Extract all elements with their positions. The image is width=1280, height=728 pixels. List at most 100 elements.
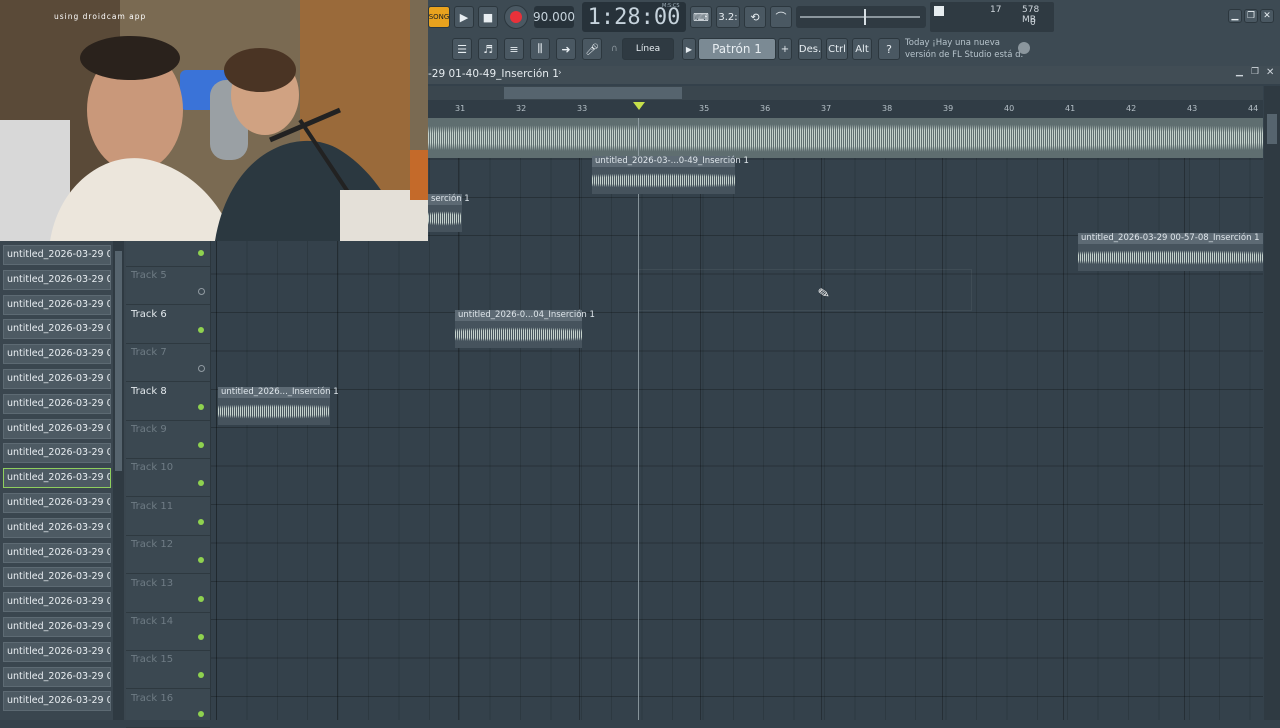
- browser-file-item[interactable]: untitled_2026-03-29 01-...: [3, 493, 111, 513]
- minimize-window-icon[interactable]: ▁: [1228, 9, 1242, 23]
- browser-file-item[interactable]: untitled_2026-03-29 00-...: [3, 294, 111, 315]
- track-mute-led-icon[interactable]: [198, 672, 204, 679]
- browser-file-item[interactable]: untitled_2026-03-29 01-...: [3, 393, 111, 414]
- microphone-icon[interactable]: 🎤︎: [582, 38, 602, 60]
- ruler-bar-number: 31: [455, 104, 466, 113]
- channel-rack-icon[interactable]: ≡: [504, 38, 524, 60]
- piano-roll-icon[interactable]: ♬: [478, 38, 498, 60]
- ruler-bar-number: 44: [1248, 104, 1259, 113]
- browser-file-item[interactable]: untitled_2026-03-29 01-...: [3, 592, 111, 613]
- track-header[interactable]: Track 16: [126, 690, 210, 728]
- ruler-bar-number: 38: [882, 104, 893, 113]
- playlist-overview-scrollbar[interactable]: [428, 86, 1263, 100]
- track-header[interactable]: Track 6: [126, 306, 210, 344]
- pattern-prev-icon[interactable]: ▶: [682, 38, 696, 60]
- browser-file-item[interactable]: untitled_2026-03-29 01-...: [3, 691, 111, 712]
- browser-file-item[interactable]: untitled_2026-03-29 01-...: [3, 641, 111, 662]
- tempo-display[interactable]: 90.000: [533, 6, 575, 28]
- track-mute-led-icon[interactable]: [198, 710, 204, 717]
- browser-file-item[interactable]: untitled_2026-03-29 00-...: [3, 245, 111, 265]
- track-mute-led-icon[interactable]: [198, 403, 204, 410]
- track-mute-led-icon[interactable]: [198, 557, 204, 564]
- track-mute-led-icon[interactable]: [198, 442, 204, 448]
- beat-indicator[interactable]: 3.2:: [716, 6, 740, 28]
- audio-clip[interactable]: untitled_2026-0...04_Inserción 1: [455, 310, 595, 348]
- play-button[interactable]: ▶: [454, 6, 474, 28]
- browser-file-item[interactable]: untitled_2026-03-29 01-...: [3, 443, 111, 464]
- track-header[interactable]: Track 10: [126, 459, 210, 498]
- track-header[interactable]: Track 14: [126, 613, 210, 651]
- track-mute-led-icon[interactable]: [198, 634, 204, 640]
- timeline-ruler[interactable]: [428, 100, 1263, 118]
- track-header[interactable]: Track 7: [126, 344, 210, 383]
- browser-file-item[interactable]: untitled_2026-03-29 01-...: [3, 617, 111, 637]
- browser-file-item[interactable]: untitled_2026-03-29 01-...: [3, 468, 111, 489]
- browser-file-item[interactable]: untitled_2026-03-29 00-...: [3, 319, 111, 340]
- add-pattern-icon[interactable]: +: [778, 38, 792, 60]
- track-mute-led-icon[interactable]: [198, 250, 204, 256]
- audio-clip[interactable]: serción 1: [428, 194, 470, 232]
- magnet-icon[interactable]: ∩: [611, 44, 618, 54]
- ruler-bar-number: 36: [760, 104, 771, 113]
- audio-clip[interactable]: untitled_2026-03-...0-49_Inserción 1: [592, 156, 749, 194]
- audio-clip[interactable]: untitled_2026-03-29 00-57-08_Inserción 1: [1078, 233, 1263, 271]
- browser-file-item[interactable]: untitled_2026-03-29 01-...: [3, 344, 111, 365]
- browser-file-item[interactable]: untitled_2026-03-29 01-...: [3, 418, 111, 439]
- news-bell-icon[interactable]: [1018, 42, 1030, 54]
- track-mute-led-icon[interactable]: [198, 595, 204, 602]
- track-header[interactable]: Track 11: [126, 498, 210, 536]
- pattern-selector[interactable]: Patrón 1: [698, 38, 776, 60]
- track-mute-led-icon[interactable]: [198, 326, 204, 333]
- playhead-marker-icon[interactable]: [633, 102, 645, 110]
- stop-button[interactable]: ■: [478, 6, 498, 28]
- track-header[interactable]: Track 9: [126, 421, 210, 459]
- browser-file-item[interactable]: untitled_2026-03-29 01-...: [3, 567, 111, 588]
- alt-button[interactable]: Alt: [852, 38, 872, 60]
- master-volume-slider[interactable]: [796, 6, 926, 28]
- ctrl-button[interactable]: Ctrl: [826, 38, 848, 60]
- track-mute-led-icon[interactable]: [198, 518, 204, 525]
- browser-scrollbar[interactable]: [113, 241, 124, 720]
- audio-clip-track-1[interactable]: [428, 118, 1263, 158]
- browser-file-item[interactable]: untitled_2026-03-29 01-...: [3, 666, 111, 687]
- track-header[interactable]: Track 12: [126, 536, 210, 575]
- browser-file-item[interactable]: untitled_2026-03-29 01-...: [3, 517, 111, 538]
- close-window-icon[interactable]: ✕: [1260, 9, 1274, 23]
- arrow-icon[interactable]: ➜: [556, 38, 576, 60]
- ruler-bar-number: 39: [943, 104, 954, 113]
- des-button[interactable]: Des.: [798, 38, 822, 60]
- track-header[interactable]: Track 13: [126, 575, 210, 613]
- browser-scroll-thumb[interactable]: [115, 251, 122, 471]
- record-button[interactable]: [504, 5, 528, 29]
- playlist-vertical-scrollbar[interactable]: [1264, 86, 1280, 720]
- track-mute-led-icon[interactable]: [198, 288, 205, 296]
- track-mute-led-icon[interactable]: [198, 365, 205, 373]
- polyphony-value: 0: [1030, 18, 1036, 28]
- typing-keyboard-icon[interactable]: ⌨: [690, 6, 712, 28]
- track-label: Track 7: [131, 347, 167, 359]
- track-header[interactable]: Track 15: [126, 651, 210, 690]
- loop-record-icon[interactable]: ⟲: [744, 6, 766, 28]
- help-icon[interactable]: ?: [878, 38, 900, 60]
- playlist-minimize-icon[interactable]: ▁: [1236, 67, 1243, 77]
- audio-clip[interactable]: untitled_2026..._Inserción 1: [218, 387, 339, 425]
- playlist-close-icon[interactable]: ✕: [1266, 67, 1274, 78]
- playlist-icon[interactable]: ☰: [452, 38, 472, 60]
- playlist-maximize-icon[interactable]: ❐: [1251, 67, 1259, 77]
- browser-file-item[interactable]: untitled_2026-03-29 01-...: [3, 542, 111, 563]
- browser-file-item[interactable]: untitled_2026-03-29 01-...: [3, 369, 111, 389]
- metronome-icon[interactable]: ⌒: [770, 6, 792, 28]
- browser-file-item[interactable]: untitled_2026-03-29 00-...: [3, 269, 111, 290]
- track-header[interactable]: Track 5: [126, 267, 210, 306]
- volume-handle[interactable]: [864, 9, 866, 25]
- track-header[interactable]: Track 8: [126, 383, 210, 421]
- snap-select[interactable]: Línea: [622, 38, 674, 60]
- pattern-selector-label: Patrón 1: [712, 42, 762, 56]
- song-mode-button[interactable]: SONG: [428, 6, 450, 28]
- mixer-icon[interactable]: ⫼: [530, 38, 550, 60]
- restore-window-icon[interactable]: ❐: [1244, 9, 1258, 23]
- selection-region: [638, 269, 972, 311]
- track-mute-led-icon[interactable]: [198, 480, 204, 487]
- overview-thumb[interactable]: [504, 87, 682, 99]
- vertical-scroll-thumb[interactable]: [1267, 114, 1277, 144]
